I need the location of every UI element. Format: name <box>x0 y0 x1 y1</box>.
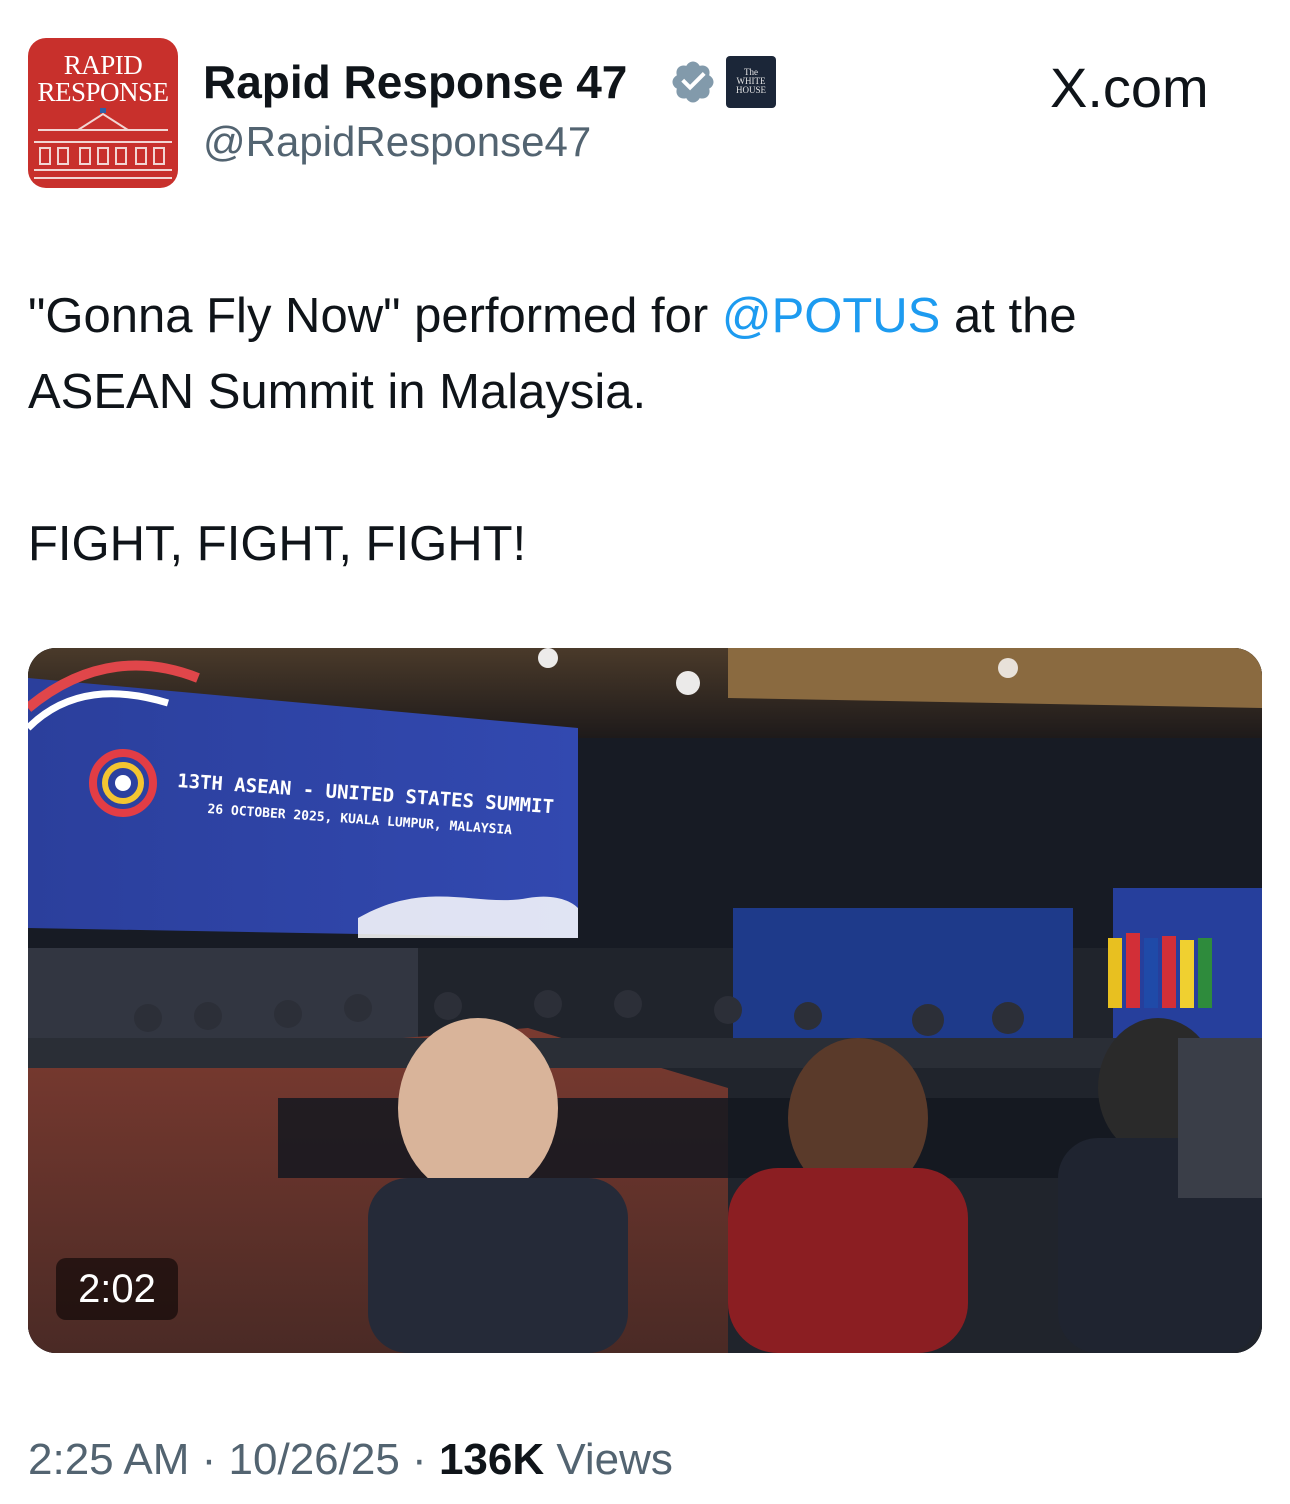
tweet-line-1: "Gonna Fly Now" performed for @POTUS at … <box>28 289 1077 343</box>
tweet-time[interactable]: 2:25 AM <box>28 1435 189 1484</box>
brand-label: X.com <box>1050 56 1209 119</box>
views-label: Views <box>544 1435 673 1484</box>
tweet-meta: 2:25 AM · 10/26/25 · 136K Views <box>28 1435 673 1484</box>
tweet-text: "Gonna Fly Now" performed for @POTUS at … <box>28 278 1268 582</box>
author-name[interactable]: Rapid Response 47 <box>203 54 627 110</box>
verified-badge-icon <box>672 61 714 103</box>
video-duration: 2:02 <box>56 1258 178 1320</box>
author-handle[interactable]: @RapidResponse47 <box>203 116 591 168</box>
affiliation-badge[interactable]: The WHITE HOUSE <box>726 56 776 108</box>
tweet-line-3: FIGHT, FIGHT, FIGHT! <box>28 517 527 571</box>
white-house-icon <box>34 108 172 179</box>
video-player[interactable]: 13TH ASEAN - UNITED STATES SUMMIT 26 OCT… <box>28 648 1262 1353</box>
tweet-line-2: ASEAN Summit in Malaysia. <box>28 365 647 419</box>
mention-link[interactable]: @POTUS <box>722 289 941 343</box>
video-thumbnail <box>28 648 1262 1353</box>
tweet-date[interactable]: 10/26/25 <box>229 1435 400 1484</box>
avatar[interactable]: RAPID RESPONSE <box>28 38 178 188</box>
views-count: 136K <box>438 1435 545 1484</box>
